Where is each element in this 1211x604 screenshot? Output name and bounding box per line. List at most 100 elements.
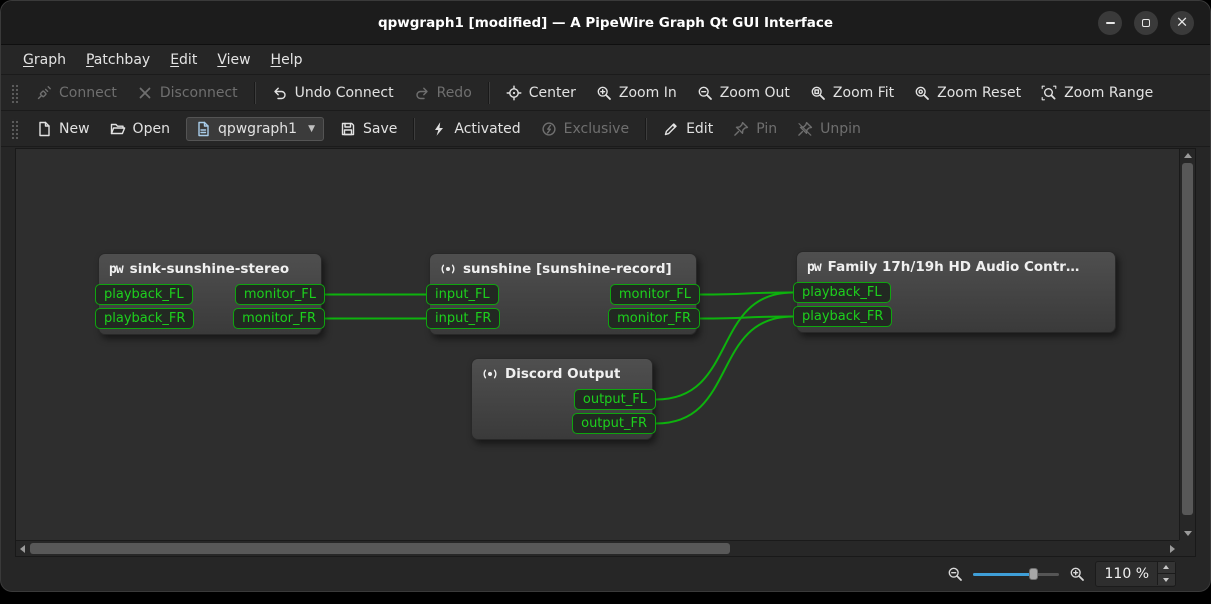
toolbar-drag-handle[interactable] [11,119,18,139]
zoom-value: 110 % [1105,566,1149,582]
open-button[interactable]: Open [101,116,179,142]
maximize-button[interactable] [1134,11,1158,35]
toolbar-separator [254,82,256,104]
undo-connect-button[interactable]: Undo Connect [263,80,403,106]
port-monitor_FL[interactable]: monitor_FL [235,284,325,305]
zoom-fit-button[interactable]: Zoom Fit [801,80,903,106]
vertical-scroll-thumb[interactable] [1182,163,1193,515]
port-row: playback_FR [797,306,1115,327]
node-title-bar: sunshine [sunshine-record] [430,254,696,282]
scroll-up-button[interactable] [1184,153,1192,158]
zoom-range-button[interactable]: Zoom Range [1032,80,1162,106]
zoom-spin-down-button[interactable] [1158,573,1175,585]
zoom-spin-up-button[interactable] [1158,562,1175,573]
disconnect-label: Disconnect [160,85,238,101]
new-label: New [59,121,90,137]
toolbar-separator [488,82,490,104]
redo-button[interactable]: Redo [405,80,481,106]
node-title: Family 17h/19h HD Audio Contr… [828,259,1080,275]
port-playback_FR[interactable]: playback_FR [95,308,194,329]
port-monitor_FR[interactable]: monitor_FR [608,308,700,329]
edges-svg [16,149,1179,540]
center-button[interactable]: Center [497,80,585,106]
close-icon: × [1176,15,1189,30]
node-title: sink-sunshine-stereo [130,261,290,277]
zoom-fit-icon [810,85,826,101]
toolbar-file: New Open qpwgraph1▼ Save Activated Exclusive E… [1,111,1210,147]
node-sink[interactable]: pwsink-sunshine-stereoplayback_FLmonitor… [98,253,322,335]
connect-icon [36,85,52,101]
new-button[interactable]: New [27,116,99,142]
node-title: Discord Output [505,366,620,382]
port-playback_FR[interactable]: playback_FR [793,306,892,327]
zoom-spinbox[interactable]: 110 % [1095,561,1176,587]
zoom-slider-groove [973,573,1059,576]
node-family[interactable]: pw Family 17h/19h HD Audio Contr… playback… [796,251,1116,333]
port-row: output_FR [472,413,652,434]
pipewire-icon: pw [807,261,821,274]
port-playback_FL[interactable]: playback_FL [793,282,891,303]
port-monitor_FR[interactable]: monitor_FR [233,308,325,329]
zoom-range-icon [1041,85,1057,101]
zoom-in-icon [596,85,612,101]
statusbar: 110 % [1,557,1210,590]
titlebar[interactable]: qpwgraph1 [modified] — A PipeWire Graph … [1,1,1210,45]
menu-edit[interactable]: Edit [160,48,207,72]
pin-button[interactable]: Pin [724,116,786,142]
menu-graph[interactable]: Graph [13,48,76,72]
port-input_FL[interactable]: input_FL [426,284,499,305]
pipewire-icon: pw [109,263,123,276]
scroll-right-button[interactable] [1170,545,1175,553]
scroll-left-button[interactable] [20,545,25,553]
record-icon [482,366,498,382]
close-button[interactable]: × [1170,11,1194,35]
menu-view[interactable]: View [207,48,260,72]
port-row: playback_FL [797,282,1115,303]
minimize-icon [1106,22,1115,24]
zoom-reset-button[interactable]: Zoom Reset [905,80,1030,106]
port-row: output_FL [472,389,652,410]
port-input_FR[interactable]: input_FR [426,308,500,329]
exclusive-button[interactable]: Exclusive [532,116,638,142]
node-ports: input_FLmonitor_FLinput_FRmonitor_FR [430,282,696,329]
connect-button[interactable]: Connect [27,80,126,106]
node-discord[interactable]: Discord Output output_FL output_FR [471,358,653,440]
patchbay-select-button[interactable]: qpwgraph1▼ [186,117,324,141]
menu-help[interactable]: Help [261,48,313,72]
graph-canvas[interactable]: pwsink-sunshine-stereoplayback_FLmonitor… [16,149,1179,540]
zoom-in-button[interactable]: Zoom In [587,80,686,106]
unpin-button[interactable]: Unpin [788,116,870,142]
disconnect-button[interactable]: Disconnect [128,80,247,106]
minimize-button[interactable] [1098,11,1122,35]
port-playback_FL[interactable]: playback_FL [95,284,193,305]
toolbar-separator [645,118,647,140]
patchbay-file-icon [195,121,211,137]
node-title-bar: pw sink-sunshine-stereo [99,254,321,282]
edit-button[interactable]: Edit [654,116,722,142]
zoom-in-icon[interactable] [1069,566,1085,582]
window-title: qpwgraph1 [modified] — A PipeWire Graph … [378,15,833,31]
port-row: playback_FRmonitor_FR [99,308,321,329]
scroll-down-button[interactable] [1184,531,1192,536]
qpwgraph-window: qpwgraph1 [modified] — A PipeWire Graph … [0,0,1211,592]
port-output_FR[interactable]: output_FR [572,413,656,434]
toolbar-drag-handle[interactable] [11,83,18,103]
zoom-range-label: Zoom Range [1064,85,1153,101]
zoom-out-button[interactable]: Zoom Out [688,80,799,106]
connect-label: Connect [59,85,117,101]
vertical-scrollbar[interactable] [1179,149,1195,540]
edit-label: Edit [686,121,713,137]
zoom-out-icon[interactable] [947,566,963,582]
zoom-slider-handle[interactable] [1029,568,1038,580]
port-output_FL[interactable]: output_FL [574,389,656,410]
save-button[interactable]: Save [331,116,406,142]
activated-button[interactable]: Activated [422,116,529,142]
node-sunshine[interactable]: sunshine [sunshine-record]input_FLmonito… [429,253,697,335]
exclusive-label: Exclusive [564,121,629,137]
horizontal-scroll-thumb[interactable] [30,543,730,554]
port-monitor_FL[interactable]: monitor_FL [610,284,700,305]
zoom-slider[interactable] [973,566,1059,582]
pin-label: Pin [756,121,777,137]
horizontal-scrollbar[interactable] [16,540,1179,556]
menu-patchbay[interactable]: Patchbay [76,48,160,72]
